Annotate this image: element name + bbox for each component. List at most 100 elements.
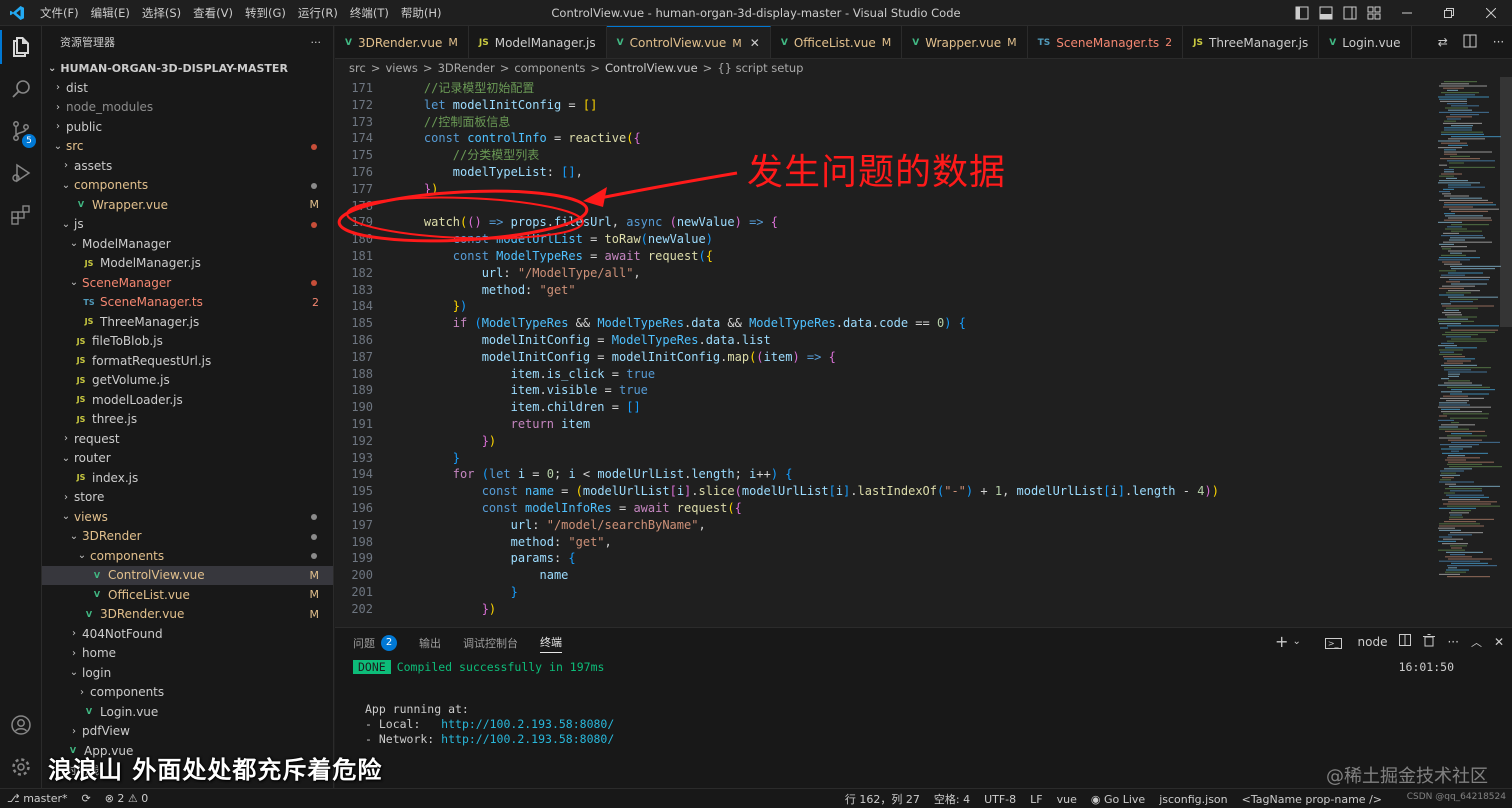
- maximize-panel-icon[interactable]: ︿: [1471, 634, 1482, 650]
- code-line[interactable]: 198 method: "get",: [335, 534, 1425, 551]
- code-line[interactable]: 181 const ModelTypeRes = await request({: [335, 248, 1425, 265]
- new-terminal-icon[interactable]: +: [1275, 632, 1288, 651]
- cursor-position[interactable]: 行 162，列 27: [838, 791, 927, 807]
- extensions-icon[interactable]: [0, 194, 42, 236]
- sync-icon[interactable]: ⟳: [74, 792, 97, 805]
- editor-tab[interactable]: V ControlView.vue M ✕: [606, 26, 771, 58]
- tree-file[interactable]: JS three.js: [42, 410, 333, 430]
- breadcrumb-item[interactable]: {} script setup: [717, 61, 803, 75]
- code-line[interactable]: 196 const modelInfoRes = await request({: [335, 500, 1425, 517]
- tree-file[interactable]: JS getVolume.js: [42, 371, 333, 391]
- tree-file[interactable]: V Login.vue: [42, 702, 333, 722]
- editor-tab[interactable]: JS ModelManager.js: [469, 26, 607, 58]
- code-line[interactable]: 192 }): [335, 433, 1425, 450]
- more-icon[interactable]: ···: [1447, 635, 1458, 649]
- code-line[interactable]: 193 }: [335, 450, 1425, 467]
- menu-item[interactable]: 查看(V): [187, 0, 239, 26]
- tree-folder[interactable]: › store: [42, 488, 333, 508]
- tree-folder[interactable]: ⌄ views: [42, 507, 333, 527]
- code-line[interactable]: 194 for (let i = 0; i < modelUrlList.len…: [335, 466, 1425, 483]
- tree-folder[interactable]: ⌄ components: [42, 176, 333, 196]
- tree-folder[interactable]: › 404NotFound: [42, 624, 333, 644]
- close-icon[interactable]: [1470, 0, 1512, 26]
- language-status[interactable]: vue: [1050, 793, 1084, 806]
- menu-item[interactable]: 终端(T): [344, 0, 395, 26]
- breadcrumb-item[interactable]: ControlView.vue: [605, 61, 698, 75]
- explorer-icon[interactable]: [0, 26, 42, 68]
- code-line[interactable]: 184 }): [335, 298, 1425, 315]
- code-line[interactable]: 200 name: [335, 567, 1425, 584]
- code-line[interactable]: 172 let modelInitConfig = []: [335, 97, 1425, 114]
- code-line[interactable]: 201 }: [335, 584, 1425, 601]
- code-line[interactable]: 197 url: "/model/searchByName",: [335, 517, 1425, 534]
- menu-item[interactable]: 编辑(E): [85, 0, 136, 26]
- compare-icon[interactable]: ⇄: [1438, 35, 1448, 49]
- minimize-icon[interactable]: [1386, 0, 1428, 26]
- chevron-down-icon[interactable]: ⌄: [1292, 636, 1300, 647]
- tab-problems[interactable]: 问题 2: [353, 635, 397, 651]
- tree-folder[interactable]: › assets: [42, 156, 333, 176]
- tree-folder[interactable]: ⌄ SceneManager: [42, 273, 333, 293]
- tree-folder[interactable]: ⌄ router: [42, 449, 333, 469]
- tree-file[interactable]: JS ThreeManager.js: [42, 312, 333, 332]
- editor-tab[interactable]: V Login.vue: [1319, 26, 1412, 58]
- tree-folder[interactable]: ⌄ components: [42, 546, 333, 566]
- tab-output[interactable]: 输出: [419, 635, 441, 651]
- close-tab-icon[interactable]: ✕: [750, 36, 760, 50]
- tree-file[interactable]: V ControlView.vue M: [42, 565, 333, 585]
- tree-folder[interactable]: › home: [42, 644, 333, 664]
- tree-folder[interactable]: ⌄ 3DRender: [42, 527, 333, 547]
- editor-tab[interactable]: V Wrapper.vue M: [902, 26, 1028, 58]
- tab-terminal[interactable]: 终端: [540, 634, 562, 653]
- tree-file[interactable]: TS SceneManager.ts 2: [42, 293, 333, 313]
- code-line[interactable]: 182 url: "/ModelType/all",: [335, 265, 1425, 282]
- code-line[interactable]: 186 modelInitConfig = ModelTypeRes.data.…: [335, 332, 1425, 349]
- code-line[interactable]: 173 //控制面板信息: [335, 114, 1425, 131]
- menu-item[interactable]: 选择(S): [136, 0, 187, 26]
- code-line[interactable]: 188 item.is_click = true: [335, 366, 1425, 383]
- workspace-root[interactable]: ⌄ HUMAN-ORGAN-3D-DISPLAY-MASTER: [42, 58, 333, 78]
- jsconfig-status[interactable]: jsconfig.json: [1152, 793, 1234, 806]
- code-line[interactable]: 180 const modelUrlList = toRaw(newValue): [335, 231, 1425, 248]
- tree-folder[interactable]: › dist: [42, 78, 333, 98]
- breadcrumb-item[interactable]: 3DRender: [438, 61, 495, 75]
- tree-folder[interactable]: ⌄ js: [42, 215, 333, 235]
- code-line[interactable]: 185 if (ModelTypeRes && ModelTypeRes.dat…: [335, 315, 1425, 332]
- trash-icon[interactable]: [1423, 633, 1436, 650]
- layout-sidebar-icon[interactable]: [1290, 0, 1314, 26]
- tree-folder[interactable]: › request: [42, 429, 333, 449]
- tree-file[interactable]: JS formatRequestUrl.js: [42, 351, 333, 371]
- breadcrumb-item[interactable]: src: [349, 61, 366, 75]
- close-panel-icon[interactable]: ✕: [1494, 635, 1504, 649]
- settings-icon[interactable]: [0, 746, 42, 788]
- tree-file[interactable]: V Wrapper.vue M: [42, 195, 333, 215]
- code-line[interactable]: 187 modelInitConfig = modelInitConfig.ma…: [335, 349, 1425, 366]
- tree-folder[interactable]: ⌄ src: [42, 137, 333, 157]
- eol-status[interactable]: LF: [1023, 793, 1049, 806]
- code-line[interactable]: 202 }): [335, 601, 1425, 618]
- tree-folder[interactable]: ⌄ login: [42, 663, 333, 683]
- tree-file[interactable]: JS modelLoader.js: [42, 390, 333, 410]
- local-url-link[interactable]: http://100.2.193.58:8080/: [441, 717, 614, 731]
- editor-tab[interactable]: TS SceneManager.ts 2: [1028, 26, 1184, 58]
- breadcrumb-item[interactable]: views: [385, 61, 417, 75]
- code-line[interactable]: 195 const name = (modelUrlList[i].slice(…: [335, 483, 1425, 500]
- tree-file[interactable]: JS fileToBlob.js: [42, 332, 333, 352]
- source-control-icon[interactable]: [0, 110, 42, 152]
- more-icon[interactable]: ···: [1493, 35, 1504, 49]
- code-line[interactable]: 191 return item: [335, 416, 1425, 433]
- layout-panel-icon[interactable]: [1314, 0, 1338, 26]
- restore-icon[interactable]: [1428, 0, 1470, 26]
- indent-status[interactable]: 空格: 4: [927, 791, 977, 807]
- code-line[interactable]: 183 method: "get": [335, 282, 1425, 299]
- tree-file[interactable]: V OfficeList.vue M: [42, 585, 333, 605]
- split-terminal-icon[interactable]: [1399, 634, 1412, 649]
- menu-item[interactable]: 运行(R): [292, 0, 344, 26]
- tree-file[interactable]: JS ModelManager.js: [42, 254, 333, 274]
- code-line[interactable]: 171 //记录模型初始配置: [335, 80, 1425, 97]
- split-editor-icon[interactable]: [1463, 34, 1477, 51]
- tree-folder[interactable]: ⌄ ModelManager: [42, 234, 333, 254]
- tree-folder[interactable]: › pdfView: [42, 722, 333, 742]
- menu-item[interactable]: 转到(G): [239, 0, 292, 26]
- customize-layout-icon[interactable]: [1362, 0, 1386, 26]
